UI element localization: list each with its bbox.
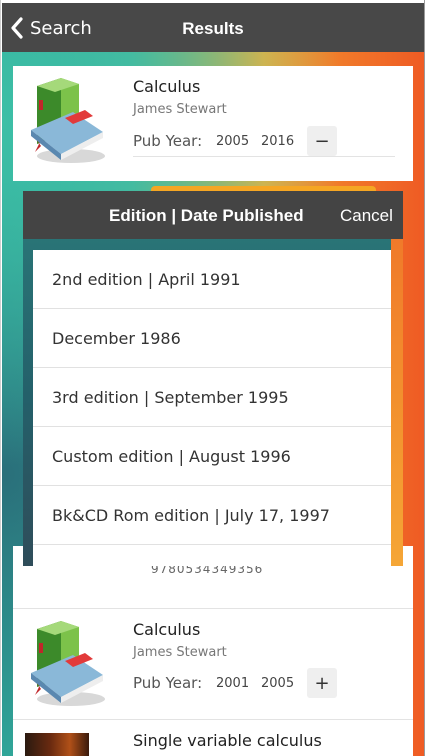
pub-year-start: 2001 xyxy=(216,676,250,691)
edition-list: 2nd edition | April 1991 December 1986 3… xyxy=(33,250,391,566)
picker-title: Edition | Date Published xyxy=(109,206,304,225)
edition-option[interactable]: 2nd edition | April 1991 xyxy=(33,250,391,309)
book-title: Calculus xyxy=(133,77,201,96)
phone-screen: Search Results Calculus James Stewart Pu… xyxy=(0,0,425,756)
collapse-button[interactable]: − xyxy=(307,126,337,156)
expand-button[interactable]: + xyxy=(307,668,337,698)
divider xyxy=(133,156,395,157)
pub-year-start: 2005 xyxy=(216,134,250,149)
book-cover-thumbnail xyxy=(25,733,89,756)
book-author: James Stewart xyxy=(133,102,227,117)
pub-year-end: 2016 xyxy=(261,134,295,149)
navigation-bar: Search Results xyxy=(2,3,424,52)
result-card[interactable]: Calculus James Stewart Pub Year: 2001 20… xyxy=(13,609,413,719)
picker-header: Edition | Date Published Cancel xyxy=(23,191,403,239)
edition-option[interactable]: Custom edition | August 1996 xyxy=(33,427,391,486)
book-title: Calculus xyxy=(133,620,201,639)
pub-year-label: Pub Year: xyxy=(133,132,203,150)
pub-year-end: 2005 xyxy=(261,676,295,691)
edition-option[interactable]: December 1986 xyxy=(33,309,391,368)
edition-option[interactable]: Bk&CD Rom edition | July 17, 1997 xyxy=(33,486,391,545)
pub-year-label: Pub Year: xyxy=(133,674,203,692)
edition-picker: Edition | Date Published Cancel 2nd edit… xyxy=(23,191,403,566)
cancel-button[interactable]: Cancel xyxy=(340,206,393,226)
edition-option[interactable]: 3rd edition | September 1995 xyxy=(33,368,391,427)
row-divider xyxy=(13,719,413,720)
result-card[interactable]: Calculus James Stewart Pub Year: 2005 20… xyxy=(13,66,413,181)
book-icon xyxy=(31,78,105,163)
book-title[interactable]: Single variable calculus xyxy=(133,731,322,750)
page-title: Results xyxy=(182,19,244,38)
book-icon xyxy=(31,621,105,706)
book-author: James Stewart xyxy=(133,645,227,660)
